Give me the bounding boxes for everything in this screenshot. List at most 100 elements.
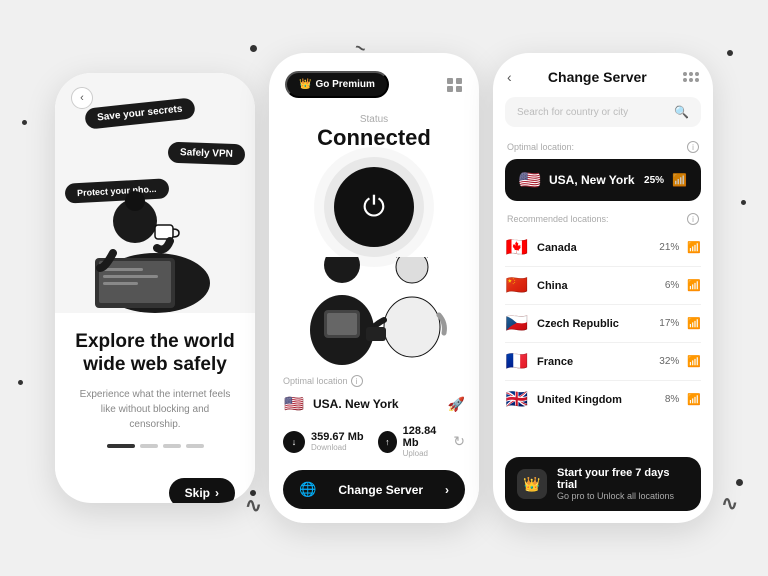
recommended-section-label: Recommended locations: i <box>493 209 713 229</box>
phone1-bottom-area: Explore the world wide web safely Experi… <box>55 313 255 478</box>
wifi-icon: 📶 <box>672 173 687 187</box>
couple-illustration <box>274 257 474 365</box>
server-name: Czech Republic <box>537 318 651 330</box>
deco-squiggle: ∿ <box>721 491 738 516</box>
phone3: ‹ Change Server Search for country or ci… <box>493 53 713 523</box>
server-item[interactable]: 🇨🇿 Czech Republic 17% 📶 <box>505 305 701 343</box>
phone1-footer: Skip › <box>55 478 255 503</box>
deco-dot <box>250 45 257 52</box>
phone3-header: ‹ Change Server <box>493 53 713 97</box>
back-button[interactable]: ‹ <box>71 87 93 109</box>
grid-menu-icon[interactable] <box>447 78 463 92</box>
phone1-inner: ‹ Save your secrets Safely VPN Protect y… <box>55 73 255 503</box>
upload-icon: ↑ <box>378 431 397 453</box>
power-button-container: ⏻ <box>269 157 479 257</box>
status-value: Connected <box>269 125 479 151</box>
globe-icon: 🌐 <box>299 481 316 498</box>
server-wifi-icon: 📶 <box>687 279 701 292</box>
phone2: 👑 Go Premium Status Connected ⏻ <box>269 53 479 523</box>
phone2-header: 👑 Go Premium <box>269 53 479 108</box>
bubble-save-secrets: Save your secrets <box>84 97 195 129</box>
dot-3 <box>163 444 181 448</box>
optimal-info-icon: i <box>687 141 699 153</box>
server-wifi-icon: 📶 <box>687 355 701 368</box>
server-name: Canada <box>537 242 651 254</box>
trial-crown-icon: 👑 <box>517 469 547 499</box>
deco-dot <box>22 120 27 125</box>
optimal-location-name: USA, New York <box>549 173 636 187</box>
server-percentage: 8% <box>665 394 679 405</box>
server-percentage: 17% <box>659 318 679 329</box>
location-flag: 🇺🇸 <box>283 393 305 415</box>
optimal-section-label: Optimal location: i <box>493 137 713 155</box>
dot-4 <box>186 444 204 448</box>
server-flag: 🇬🇧 <box>505 389 529 410</box>
server-item[interactable]: 🇬🇧 United Kingdom 8% 📶 <box>505 381 701 418</box>
server-percentage: 32% <box>659 356 679 367</box>
optimal-flag: 🇺🇸 <box>519 169 541 191</box>
optimal-label: Optimal location i <box>283 375 465 387</box>
server-list: 🇨🇦 Canada 21% 📶 🇨🇳 China 6% 📶 🇨🇿 Czech R… <box>493 229 713 451</box>
phone3-title: Change Server <box>548 69 647 85</box>
rocket-icon: 🚀 <box>448 396 465 413</box>
info-icon: i <box>351 375 363 387</box>
power-icon: ⏻ <box>363 191 385 224</box>
skip-button[interactable]: Skip › <box>169 478 235 503</box>
connection-status: Status Connected <box>269 108 479 157</box>
status-label: Status <box>269 114 479 125</box>
optimal-location-card[interactable]: 🇺🇸 USA, New York 25% 📶 <box>505 159 701 201</box>
refresh-icon: ↻ <box>453 433 465 450</box>
more-options-icon[interactable] <box>683 72 699 82</box>
server-percentage: 6% <box>665 280 679 291</box>
dot-2 <box>140 444 158 448</box>
phone1: ‹ Save your secrets Safely VPN Protect y… <box>55 73 255 503</box>
server-name: United Kingdom <box>537 394 657 406</box>
recommended-info-icon: i <box>687 213 699 225</box>
dot-1 <box>107 444 135 448</box>
server-item[interactable]: 🇨🇦 Canada 21% 📶 <box>505 229 701 267</box>
person-svg <box>75 153 235 313</box>
server-name: France <box>537 356 651 368</box>
trial-subtitle: Go pro to Unlock all locations <box>557 491 689 501</box>
download-value: 359.67 Mb <box>311 431 364 443</box>
search-placeholder: Search for country or city <box>517 107 666 118</box>
download-stat: ↓ 359.67 Mb Download <box>283 425 370 458</box>
server-flag: 🇨🇦 <box>505 237 529 258</box>
upload-stat: ↑ 128.84 Mb Upload ↻ <box>378 425 465 458</box>
server-flag: 🇨🇿 <box>505 313 529 334</box>
optimal-percentage: 25% <box>644 175 664 186</box>
upload-value: 128.84 Mb <box>403 425 448 449</box>
server-wifi-icon: 📶 <box>687 317 701 330</box>
phone2-bottom: Optimal location i 🇺🇸 USA. New York 🚀 ↓ … <box>269 365 479 523</box>
location-row: 🇺🇸 USA. New York 🚀 <box>283 393 465 415</box>
phone1-description: Experience what the internet feels like … <box>75 387 235 432</box>
search-icon: 🔍 <box>674 105 689 119</box>
upload-label: Upload <box>403 449 448 458</box>
stats-row: ↓ 359.67 Mb Download ↑ 128.84 Mb Upload … <box>283 425 465 458</box>
trial-banner[interactable]: 👑 Start your free 7 days trial Go pro to… <box>505 457 701 511</box>
back-arrow-icon[interactable]: ‹ <box>507 69 512 85</box>
server-wifi-icon: 📶 <box>687 393 701 406</box>
phone1-title: Explore the world wide web safely <box>75 331 235 377</box>
phone2-illustration <box>269 257 479 365</box>
server-percentage: 21% <box>659 242 679 253</box>
deco-dot <box>741 200 746 205</box>
phones-container: ‹ Save your secrets Safely VPN Protect y… <box>55 53 713 523</box>
location-name: USA. New York <box>313 397 440 411</box>
download-icon: ↓ <box>283 431 305 453</box>
go-premium-button[interactable]: 👑 Go Premium <box>285 71 389 98</box>
server-item[interactable]: 🇫🇷 France 32% 📶 <box>505 343 701 381</box>
change-server-button[interactable]: 🌐 Change Server › <box>283 470 465 509</box>
deco-dot <box>18 380 23 385</box>
download-label: Download <box>311 443 364 452</box>
server-item[interactable]: 🇨🇳 China 6% 📶 <box>505 267 701 305</box>
power-button[interactable]: ⏻ <box>334 167 414 247</box>
search-bar[interactable]: Search for country or city 🔍 <box>505 97 701 127</box>
server-flag: 🇫🇷 <box>505 351 529 372</box>
server-wifi-icon: 📶 <box>687 241 701 254</box>
pagination-dots <box>75 444 235 448</box>
trial-title: Start your free 7 days trial <box>557 467 689 491</box>
server-flag: 🇨🇳 <box>505 275 529 296</box>
phone1-top-area: ‹ Save your secrets Safely VPN Protect y… <box>55 73 255 313</box>
deco-dot <box>727 50 733 56</box>
